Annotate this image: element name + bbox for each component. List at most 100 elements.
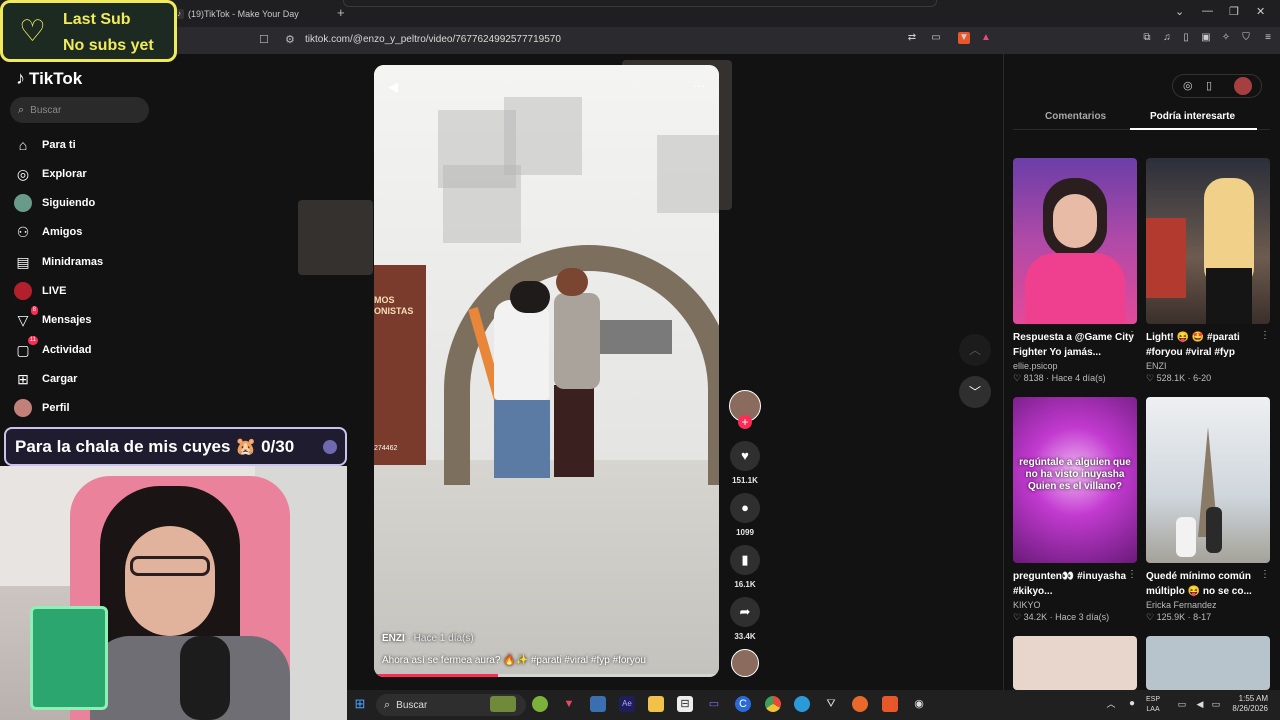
app-icon[interactable] (532, 696, 548, 712)
sidebar-item-perfil[interactable]: Perfil (14, 398, 70, 418)
card-more-icon[interactable]: ⋮ (1260, 330, 1270, 341)
bookmark-icon[interactable]: ☐ (259, 33, 269, 46)
translate-icon[interactable]: ⇄ (906, 32, 918, 44)
device-icon[interactable]: ▯ (1206, 79, 1212, 92)
app-icon[interactable]: ▭ (706, 696, 722, 712)
video-thumbnail[interactable] (1013, 636, 1137, 690)
windows-start-icon[interactable]: ⊞ (352, 696, 368, 712)
app-icon[interactable]: ▼ (561, 696, 577, 712)
sidebar-item-explorar[interactable]: ◎ Explorar (14, 164, 87, 184)
sidebar-item-amigos[interactable]: ⚇ Amigos (14, 222, 83, 242)
user-avatar[interactable] (1234, 77, 1252, 95)
obs-icon[interactable]: ◉ (911, 696, 927, 712)
card-title[interactable]: Respuesta a @Game City Fighter Yo jamás.… (1013, 330, 1137, 360)
video-progress-bar[interactable] (374, 674, 719, 677)
app-icon[interactable]: ⊟ (677, 696, 693, 712)
music-disc-avatar[interactable] (731, 649, 759, 677)
card-author[interactable]: Ericka Fernandez (1146, 600, 1270, 610)
recommended-video-card[interactable]: Respuesta a @Game City Fighter Yo jamás.… (1013, 158, 1137, 384)
firefox-icon[interactable] (852, 696, 868, 712)
brave-icon[interactable] (882, 696, 898, 712)
site-info-icon[interactable]: ⚙ (285, 33, 295, 46)
new-tab-button[interactable]: + (337, 5, 345, 20)
url-text[interactable]: tiktok.com/@enzo_y_peltro/video/76776249… (305, 34, 561, 45)
follow-plus-icon[interactable]: + (738, 415, 752, 429)
video-player[interactable]: MOS ONISTAS 274462 ◀ ⋯ ENZI · Hace 1 día… (374, 65, 719, 677)
video-thumbnail[interactable]: regúntale a alguien que no ha visto inuy… (1013, 397, 1137, 563)
recommended-video-card[interactable]: Quedé mínimo común múltiplo 😝 no se co..… (1146, 397, 1270, 623)
brave-shields-icon[interactable]: ▼ (958, 32, 970, 44)
vpn-icon[interactable]: ⛉ (1240, 32, 1252, 44)
card-author[interactable]: ellie.psicop (1013, 361, 1137, 371)
card-title[interactable]: Light! 😝 🤩 #parati #foryou #viral #fyp (1146, 330, 1270, 360)
close-icon[interactable]: ✕ (1256, 5, 1265, 18)
video-thumbnail[interactable] (1146, 636, 1270, 690)
card-title[interactable]: pregunten👀 #inuyasha #kikyo... (1013, 569, 1137, 599)
guinea-pig-sticker (298, 200, 373, 275)
sidebar-item-cargar[interactable]: ⊞ Cargar (14, 369, 77, 389)
sidebar-toggle-icon[interactable]: ▯ (1180, 32, 1192, 44)
volume-icon[interactable]: ◀ (388, 79, 398, 95)
video-author[interactable]: ENZI (382, 633, 405, 644)
sidebar-item-minidramas[interactable]: ▤ Minidramas (14, 252, 103, 272)
maximize-icon[interactable]: ❐ (1229, 5, 1239, 18)
mic-icon[interactable]: ● (1124, 696, 1140, 712)
tab-comentarios[interactable]: Comentarios (1045, 111, 1106, 122)
recommended-video-card[interactable]: regúntale a alguien que no ha visto inuy… (1013, 397, 1137, 623)
browser-tab[interactable]: ♪ (19)TikTok - Make Your Day (168, 3, 338, 25)
app-icon[interactable]: C (735, 696, 751, 712)
previous-video-button[interactable]: ︿ (959, 334, 991, 366)
like-button[interactable]: ♥ (730, 441, 760, 471)
heart-outline-icon: ♡ (19, 15, 46, 48)
taskbar-clock[interactable]: 1:55 AM 8/26/2026 (1224, 694, 1268, 714)
file-explorer-icon[interactable] (648, 696, 664, 712)
network-icon[interactable]: ▭ (1174, 696, 1190, 712)
card-title[interactable]: Quedé mínimo común múltiplo 😝 no se co..… (1146, 569, 1270, 599)
tiktok-logo[interactable]: ♪ TikTok (16, 68, 82, 89)
more-options-icon[interactable]: ⋯ (693, 79, 705, 93)
video-thumbnail[interactable] (1146, 158, 1270, 324)
sidebar-item-label: Siguiendo (42, 197, 96, 209)
card-author[interactable]: ENZI (1146, 361, 1270, 371)
widget-thumbnail-icon[interactable] (490, 696, 516, 712)
next-video-button[interactable]: ﹀ (959, 376, 991, 408)
battery-icon[interactable]: ▭ (1208, 696, 1224, 712)
cast-icon[interactable]: ▭ (930, 32, 942, 44)
sidebar-item-actividad[interactable]: ▢ 11 Actividad (14, 336, 92, 360)
card-more-icon[interactable]: ⋮ (1127, 569, 1137, 580)
recommended-video-card[interactable]: Light! 😝 🤩 #parati #foryou #viral #fyp ⋮… (1146, 158, 1270, 384)
brave-rewards-icon[interactable]: ▲ (980, 32, 992, 44)
card-author[interactable]: KIKYO (1013, 600, 1137, 610)
chrome-icon[interactable] (765, 696, 781, 712)
search-input[interactable]: ⌕ Buscar (10, 97, 149, 123)
app-icon[interactable]: ⛛ (823, 696, 839, 712)
sidebar-item-siguiendo[interactable]: Siguiendo (14, 193, 95, 213)
volume-icon[interactable]: ◀ (1192, 696, 1208, 712)
sidebar-item-mensajes[interactable]: ▽ 8 Mensajes (14, 306, 92, 330)
app-icon[interactable] (590, 696, 606, 712)
tab-list-icon[interactable]: ⌄ (1175, 5, 1184, 18)
video-author-line[interactable]: ENZI · Hace 1 día(s) (382, 633, 474, 644)
tray-expand-icon[interactable]: ︿ (1103, 696, 1119, 712)
menu-icon[interactable]: ≡ (1262, 32, 1274, 44)
language-indicator[interactable]: ESP LAA (1146, 695, 1160, 715)
sidebar-item-live[interactable]: LIVE (14, 281, 66, 301)
card-more-icon[interactable]: ⋮ (1260, 569, 1270, 580)
after-effects-icon[interactable]: Ae (619, 696, 635, 712)
leo-ai-icon[interactable]: ✧ (1220, 32, 1232, 44)
media-icon[interactable]: ♫ (1161, 32, 1173, 44)
video-thumbnail[interactable] (1146, 397, 1270, 563)
save-button[interactable]: ▮ (730, 545, 760, 575)
minimize-icon[interactable]: — (1202, 5, 1213, 17)
video-thumbnail[interactable] (1013, 158, 1137, 324)
tab-podria-interesarte[interactable]: Podría interesarte (1150, 111, 1235, 122)
extensions-icon[interactable]: ⧉ (1141, 32, 1153, 44)
share-button[interactable]: ➦ (730, 597, 760, 627)
wallet-icon[interactable]: ▣ (1200, 32, 1212, 44)
comment-button[interactable]: ● (730, 493, 760, 523)
edge-icon[interactable] (794, 696, 810, 712)
sidebar-item-para-ti[interactable]: ⌂ Para ti (14, 135, 76, 155)
coins-icon[interactable]: ◎ (1183, 79, 1193, 92)
card-more-icon[interactable]: ⋮ (1127, 330, 1137, 341)
bell-icon: ▢ 11 (16, 336, 38, 358)
